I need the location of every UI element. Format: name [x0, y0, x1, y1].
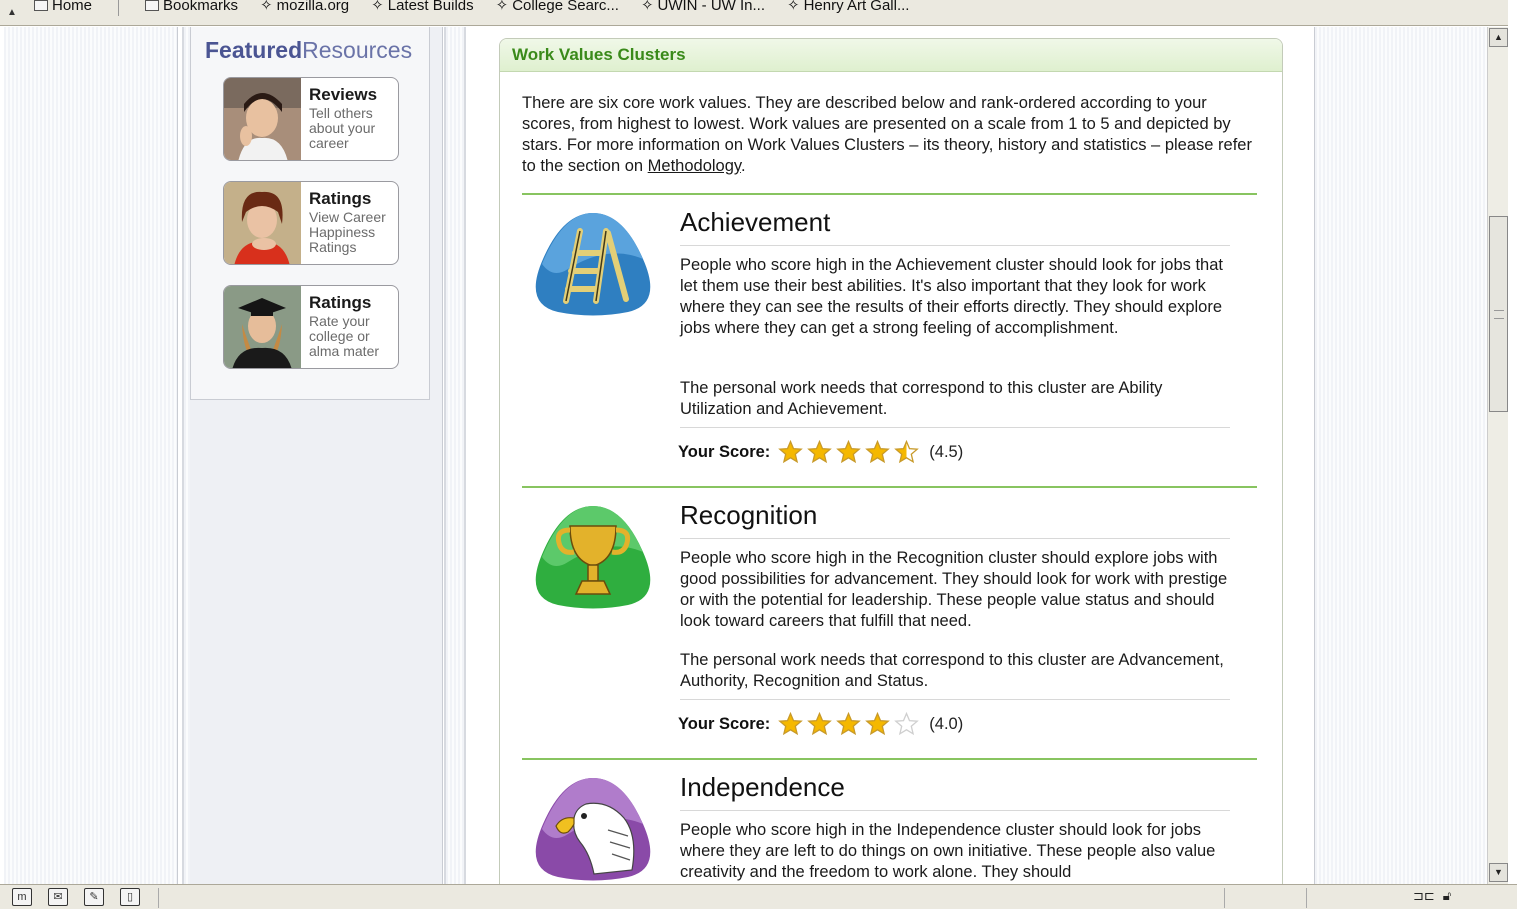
score-divider	[680, 427, 1230, 428]
trophy-icon	[535, 506, 651, 609]
cluster-title: Achievement	[680, 207, 1230, 246]
star-full-icon	[865, 712, 891, 736]
sidebar: FeaturedResources Reviews Tell others ab…	[190, 27, 443, 884]
page-viewport: FeaturedResources Reviews Tell others ab…	[4, 27, 1487, 884]
bookmark-henry-art[interactable]: ✧ Henry Art Gall...	[787, 0, 909, 16]
resource-description: View Career Happiness Ratings	[309, 209, 386, 255]
toolbar-separator	[118, 0, 120, 16]
cluster-work-needs: The personal work needs that correspond …	[680, 651, 1224, 690]
intro-paragraph: There are six core work values. They are…	[522, 94, 1252, 175]
score-row: Your Score: (4.0)	[678, 712, 963, 736]
resource-card-reviews[interactable]: Reviews Tell others about your career	[223, 77, 399, 161]
star-rating	[778, 712, 920, 736]
eagle-icon	[535, 778, 651, 881]
star-full-icon	[807, 712, 833, 736]
score-value: (4.5)	[929, 442, 964, 461]
star-empty-icon	[894, 712, 920, 736]
navigator-icon[interactable]: m	[12, 888, 32, 906]
score-value: (4.0)	[929, 714, 964, 733]
address-book-icon[interactable]: ▯	[120, 888, 140, 906]
resource-description: Tell others about your career	[309, 105, 376, 151]
status-divider	[158, 888, 159, 908]
left-background-column	[4, 27, 178, 884]
online-connection-icon[interactable]: ⊐⊏	[1413, 888, 1435, 904]
bookmark-icon: ✧	[260, 0, 273, 14]
star-full-icon	[865, 440, 891, 464]
cluster-description: People who score high in the Recognition…	[680, 549, 1228, 630]
folder-icon	[145, 0, 160, 11]
bookmark-bookmarks[interactable]: Bookmarks	[145, 0, 238, 16]
ladder-icon	[535, 213, 651, 316]
cluster-title: Recognition	[680, 500, 1230, 539]
browser-window: ▲ Home Bookmarks ✧ mozilla.org ✧ Latest Bu…	[0, 0, 1517, 909]
star-full-icon	[836, 440, 862, 464]
column-divider	[444, 27, 466, 884]
toolbar-collapse-arrow-icon[interactable]: ▲	[4, 4, 20, 22]
cluster-achievement: Achievement People who score high in the…	[522, 195, 1257, 485]
mail-icon[interactable]: ✉	[48, 888, 68, 906]
cluster-description: People who score high in the Achievement…	[680, 256, 1223, 337]
bookmark-home[interactable]: Home	[34, 0, 92, 16]
resource-card-view-ratings[interactable]: Ratings View Career Happiness Ratings	[223, 181, 399, 265]
scroll-down-button[interactable]: ▼	[1489, 863, 1508, 882]
cluster-recognition: Recognition People who score high in the…	[522, 488, 1257, 758]
panel-header: Work Values Clusters	[500, 39, 1282, 72]
woman-photo-thumbnail	[224, 78, 301, 160]
graduate-photo-thumbnail	[224, 286, 301, 368]
star-full-icon	[778, 440, 804, 464]
featured-resources-panel: FeaturedResources Reviews Tell others ab…	[190, 27, 430, 400]
grip-icon	[1494, 310, 1504, 319]
score-label: Your Score:	[678, 714, 771, 733]
resource-card-rate-college[interactable]: Ratings Rate your college or alma mater	[223, 285, 399, 369]
scroll-up-button[interactable]: ▲	[1489, 28, 1508, 47]
bookmark-icon: ✧	[640, 0, 654, 14]
woman-photo-thumbnail	[224, 182, 301, 264]
composer-icon[interactable]: ✎	[84, 888, 104, 906]
star-rating	[778, 440, 920, 464]
status-divider	[1306, 888, 1307, 908]
star-full-icon	[807, 440, 833, 464]
bookmarks-toolbar: ▲ Home Bookmarks ✧ mozilla.org ✧ Latest Bu…	[0, 0, 1508, 26]
work-values-panel: Work Values Clusters There are six core …	[499, 38, 1283, 884]
cluster-independence: Independence People who score high in th…	[522, 760, 1257, 884]
featured-resources-title: FeaturedResources	[205, 37, 413, 63]
resource-title: Ratings	[309, 293, 372, 312]
bookmark-icon: ✧	[495, 0, 509, 14]
score-row: Your Score: (4.5)	[678, 440, 963, 464]
bookmark-icon: ✧	[371, 0, 384, 14]
security-lock-icon[interactable]: 🔓︎	[1443, 888, 1451, 904]
star-half-icon	[894, 440, 920, 464]
cluster-title: Independence	[680, 772, 1230, 811]
bookmark-mozilla[interactable]: ✧ mozilla.org	[260, 0, 349, 16]
score-divider	[680, 699, 1230, 700]
home-icon	[34, 0, 48, 11]
methodology-link[interactable]: Methodology	[648, 157, 741, 175]
star-full-icon	[778, 712, 804, 736]
bookmark-icon: ✧	[787, 0, 800, 14]
cluster-description: People who score high in the Independenc…	[680, 821, 1216, 881]
bookmark-college-search[interactable]: ✧ College Searc...	[496, 0, 619, 16]
star-full-icon	[836, 712, 862, 736]
resource-title: Ratings	[309, 189, 372, 208]
vertical-scrollbar[interactable]: ▲ ▼	[1487, 27, 1508, 884]
bookmark-uwin[interactable]: ✧ UWIN - UW In...	[641, 0, 765, 16]
right-background-column	[1314, 27, 1487, 884]
status-divider	[1224, 888, 1225, 908]
resource-title: Reviews	[309, 85, 378, 104]
scroll-thumb[interactable]	[1489, 216, 1508, 412]
resource-description: Rate your college or alma mater	[309, 313, 380, 359]
status-bar: m ✉ ✎ ▯ ⊐⊏ 🔓︎	[0, 884, 1517, 909]
score-label: Your Score:	[678, 442, 771, 461]
cluster-work-needs: The personal work needs that correspond …	[680, 379, 1163, 418]
bookmark-latest-builds[interactable]: ✧ Latest Builds	[371, 0, 473, 16]
